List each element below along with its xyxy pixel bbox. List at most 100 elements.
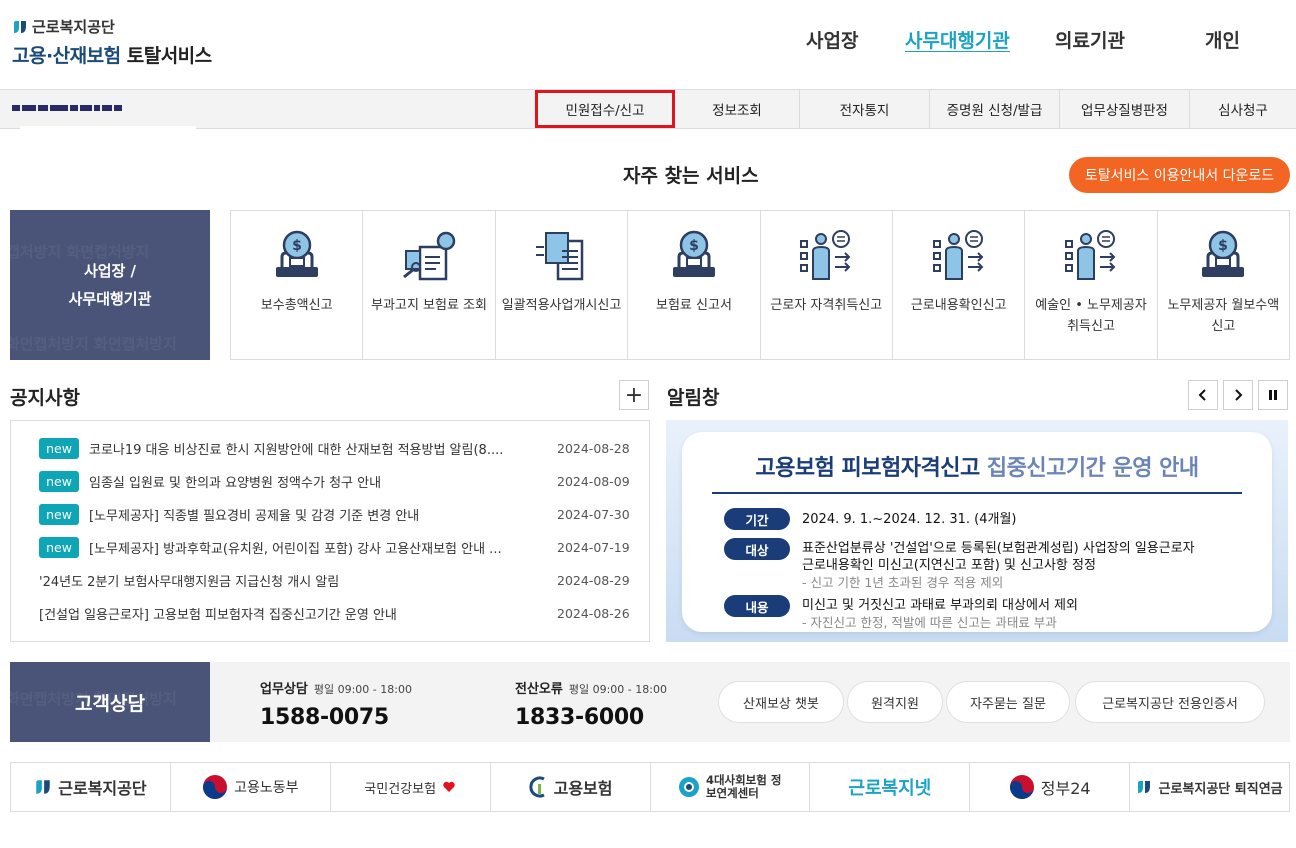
remote-support-button[interactable]: 원격지원 — [847, 681, 943, 723]
notice-item-title: [노무제공자] 직종별 필요경비 공제율 및 감경 기준 변경 안내 — [89, 509, 420, 524]
notice-item[interactable]: [건설업 일용근로자] 고용보험 피보험자격 집중신고기간 운영 안내 2024… — [11, 597, 649, 630]
certificate-button[interactable]: 근로복지공단 전용인증서 — [1075, 681, 1265, 723]
notice-item[interactable]: '24년도 2분기 보험사무대행지원금 지급신청 개시 알림 2024-08-2… — [11, 564, 649, 597]
notice-item[interactable]: new 임종실 입원료 및 한의과 요양병원 정액수가 청구 안내 2024-0… — [11, 465, 649, 498]
notice-item-date: 2024-07-30 — [557, 507, 630, 522]
new-badge: new — [39, 471, 79, 492]
subtab-e-notice[interactable]: 전자통지 — [800, 90, 930, 128]
partner-nhis[interactable]: 국민건강보험 — [331, 763, 491, 811]
service-label: 근로내용확인신고 — [910, 298, 1007, 313]
document-search-icon — [403, 231, 456, 281]
topnav-workplace[interactable]: 사업장 — [806, 26, 858, 53]
service-worker-acquisition[interactable]: 근로자 자격취득신고 — [761, 211, 893, 359]
chatbot-button[interactable]: 산재보상 챗봇 — [718, 681, 844, 723]
partner-name: 근로복지넷 — [848, 778, 932, 799]
partner-name: 정부24 — [1040, 779, 1091, 798]
service-work-confirmation[interactable]: 근로내용확인신고 — [893, 211, 1026, 359]
service-category-line2: 사무대행기관 — [68, 290, 152, 308]
alarm-title: 알림창 — [667, 387, 720, 409]
alarm-next-button[interactable] — [1223, 380, 1253, 410]
partner-comwel[interactable]: 근로복지공단 — [11, 763, 171, 811]
service-label: 근로자 자격취득신고 — [770, 298, 883, 313]
partner-name: 국민건강보험 — [364, 781, 437, 797]
banner-row-target: 대상 표준산업분류상 '건설업'으로 등록된(보험관계성립) 사업장의 일용근로… — [724, 538, 1195, 591]
alarm-pause-button[interactable] — [1258, 380, 1288, 410]
counsel-hours: 평일 09:00 - 18:00 — [313, 683, 412, 696]
alarm-banner[interactable]: 고용보험 피보험자격신고 집중신고기간 운영 안내 기간 2024. 9. 1.… — [666, 420, 1288, 642]
partner-4insure[interactable]: 4대사회보험 정보연계센터 — [651, 763, 811, 811]
counsel-it-error: 전산오류 평일 09:00 - 18:00 1833-6000 — [515, 678, 667, 730]
banner-title-main: 고용보험 피보험자격신고 — [755, 456, 980, 481]
service-label: 보험료 신고서 — [656, 298, 732, 313]
plus-icon: + — [624, 382, 644, 408]
service-premium-notice-inquiry[interactable]: 부과고지 보험료 조회 — [363, 211, 496, 359]
globe-logo-icon — [678, 777, 699, 797]
banner-row-note: - 신고 기한 1년 초과된 경우 적용 제외 — [802, 575, 1004, 590]
service-label: 부과고지 보험료 조회 — [371, 298, 487, 313]
subtab-certificate[interactable]: 증명원 신청/발급 — [930, 90, 1060, 128]
guide-download-button[interactable]: 토탈서비스 이용안내서 다운로드 — [1069, 157, 1290, 193]
banner-pill: 기간 — [724, 508, 790, 530]
partner-comwel-pension[interactable]: 근로복지공단 퇴직연금 — [1130, 763, 1289, 811]
new-badge: new — [39, 504, 79, 525]
notice-more-button[interactable]: + — [619, 380, 649, 410]
subtab-civil-complaint[interactable]: 민원접수/신고 — [535, 90, 675, 128]
new-badge: new — [39, 537, 79, 558]
partner-ei[interactable]: 고용보험 — [491, 763, 651, 811]
notice-item[interactable]: new 코로나19 대응 비상진료 한시 지원방안에 대한 산재보험 적용방법 … — [11, 432, 649, 465]
service-bulk-business-start[interactable]: 일괄적용사업개시신고 — [496, 211, 629, 359]
heart-icon — [443, 781, 455, 792]
notice-list: new 코로나19 대응 비상진료 한시 지원방안에 대한 산재보험 적용방법 … — [10, 420, 650, 642]
counsel-phone[interactable]: 1833-6000 — [515, 705, 667, 730]
banner-row-line: 표준산업분류상 '건설업'으로 등록된(보험관계성립) 사업장의 일용근로자 — [802, 541, 1195, 556]
partner-name: 4대사회보험 정보연계센터 — [705, 773, 782, 800]
alarm-prev-button[interactable] — [1188, 380, 1218, 410]
partner-moel[interactable]: 고용노동부 — [171, 763, 331, 811]
alarm-card: 고용보험 피보험자격신고 집중신고기간 운영 안내 기간 2024. 9. 1.… — [682, 432, 1272, 632]
notice-item-date: 2024-08-26 — [557, 606, 630, 621]
banner-row-line: 근로내용확인 미신고(지연신고 포함) 및 신고사항 정정 — [802, 558, 1096, 573]
frequent-services-title: 자주 찾는 서비스 — [623, 165, 759, 187]
frequent-services-grid: $ 보수총액신고 부과고지 보험료 조회 일괄적용사업개시신고 $ 보험료 신고… — [230, 210, 1290, 360]
comwel-logo-icon — [1138, 781, 1151, 793]
service-label: 예술인 • 노무제공자 취득신고 — [1035, 298, 1147, 334]
comwel-logo-icon — [36, 780, 51, 794]
service-premium-report[interactable]: $ 보험료 신고서 — [628, 211, 761, 359]
counsel-business: 업무상담 평일 09:00 - 18:00 1588-0075 — [260, 678, 412, 730]
service-remuneration-report[interactable]: $ 보수총액신고 — [231, 211, 364, 359]
notice-item-title: '24년도 2분기 보험사무대행지원금 지급신청 개시 알림 — [39, 575, 340, 590]
banner-title-sub: 집중신고기간 운영 안내 — [986, 456, 1199, 481]
partner-name: 고용보험 — [553, 779, 613, 798]
partner-name: 근로복지공단 — [58, 779, 147, 798]
faq-button[interactable]: 자주묻는 질문 — [946, 681, 1070, 723]
service-labor-monthly-report[interactable]: $ 노무제공자 월보수액 신고 — [1158, 211, 1289, 359]
customer-counsel-body: 업무상담 평일 09:00 - 18:00 1588-0075 전산오류 평일 09… — [210, 662, 1290, 742]
user-info-underline — [20, 126, 196, 130]
partner-gov24[interactable]: 정부24 — [970, 763, 1131, 811]
counsel-label: 업무상담 — [260, 682, 308, 697]
partner-logo-bar: 근로복지공단 고용노동부 국민건강보험 고용보험 4대사회보험 정보연계센터 근… — [10, 762, 1290, 812]
topnav-medical[interactable]: 의료기관 — [1055, 26, 1125, 53]
notice-item-date: 2024-08-28 — [557, 441, 630, 456]
counsel-label: 전산오류 — [515, 682, 563, 697]
taegeuk-icon — [203, 775, 228, 799]
subtab-disease-judgment[interactable]: 업무상질병판정 — [1060, 90, 1190, 128]
notice-item-date: 2024-08-09 — [557, 474, 630, 489]
partner-name: 근로복지공단 퇴직연금 — [1158, 781, 1283, 797]
taegeuk-icon — [1009, 775, 1034, 799]
counsel-phone[interactable]: 1588-0075 — [260, 705, 412, 730]
subtab-info-inquiry[interactable]: 정보조회 — [675, 90, 800, 128]
banner-row-period: 기간 2024. 9. 1.~2024. 12. 31. (4개월) — [724, 508, 1016, 530]
notice-item[interactable]: new [노무제공자] 방과후학교(유치원, 어린이집 포함) 강사 고용산재보… — [11, 531, 649, 564]
service-artist-acquisition[interactable]: 예술인 • 노무제공자 취득신고 — [1025, 211, 1158, 359]
person-chart-icon — [800, 230, 851, 280]
topnav-agency[interactable]: 사무대행기관 — [905, 26, 1010, 53]
notice-item[interactable]: new [노무제공자] 직종별 필요경비 공제율 및 감경 기준 변경 안내 2… — [11, 498, 649, 531]
subtab-review-request[interactable]: 심사청구 — [1190, 90, 1296, 128]
service-category-panel[interactable]: 캡처방지 화면캡처방지 화면캡처방지 화면캡처방지 사업장 / 사무대행기관 — [10, 210, 210, 360]
person-chart-icon — [932, 230, 984, 280]
user-info-redacted — [12, 96, 152, 111]
banner-pill: 대상 — [724, 538, 790, 560]
partner-welfare-net[interactable]: 근로복지넷 — [810, 763, 971, 811]
topnav-personal[interactable]: 개인 — [1205, 26, 1240, 53]
